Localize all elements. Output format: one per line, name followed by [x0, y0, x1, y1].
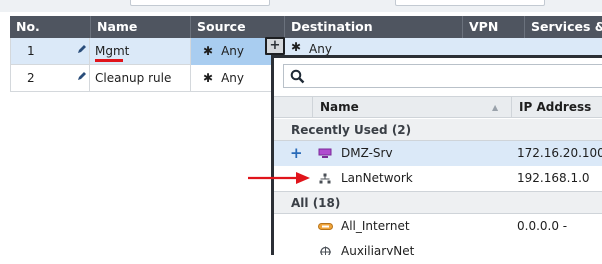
picker-header: Name ▲ IP Address — [274, 96, 602, 118]
list-item[interactable]: LanNetwork 192.168.1.0 — [274, 166, 602, 191]
column-header-destination[interactable]: Destination — [284, 16, 462, 38]
source-cell[interactable]: ✱ Any — [191, 38, 273, 65]
picker-column-name[interactable]: Name — [320, 97, 359, 117]
annotation-arrow-icon — [248, 172, 310, 184]
table-row[interactable]: 1 Mgmt ✱ Any — [10, 38, 273, 65]
any-icon: ✱ — [291, 40, 302, 54]
range-icon — [318, 223, 333, 230]
toolbar-field[interactable] — [395, 0, 545, 6]
column-header-no[interactable]: No. — [10, 16, 90, 38]
source-value: Any — [221, 71, 244, 85]
rule-name-cell[interactable]: Cleanup rule — [90, 65, 191, 92]
destination-cell[interactable]: ✱ Any — [285, 38, 602, 56]
server-icon — [318, 148, 332, 158]
picker-column-ip[interactable]: IP Address — [519, 97, 591, 117]
any-icon: ✱ — [203, 44, 214, 58]
add-object-button[interactable]: + — [265, 37, 285, 55]
object-name: All_Internet — [341, 219, 410, 233]
search-input[interactable] — [283, 64, 602, 88]
header-divider — [511, 97, 512, 117]
annotation-underline — [95, 59, 123, 62]
header-divider — [312, 97, 313, 117]
network-icon — [319, 173, 331, 184]
add-plus-icon[interactable]: + — [290, 141, 303, 166]
edit-pencil-icon[interactable] — [77, 71, 87, 81]
object-name: DMZ-Srv — [341, 146, 393, 160]
sort-arrow-icon[interactable]: ▲ — [492, 103, 498, 112]
row-divider — [274, 191, 602, 192]
object-name: AuxiliaryNet — [341, 244, 415, 255]
column-header-vpn[interactable]: VPN — [462, 16, 524, 38]
list-item[interactable]: AuxiliaryNet — [274, 239, 602, 255]
search-icon — [290, 69, 305, 84]
group-recently-used[interactable]: Recently Used (2) — [274, 119, 602, 141]
source-value: Any — [221, 44, 244, 58]
rule-name: Mgmt — [95, 44, 130, 58]
toolbar-field[interactable] — [130, 0, 270, 6]
edit-pencil-icon[interactable] — [77, 44, 87, 54]
rulebase-header: No. Name Source Destination VPN Services… — [10, 16, 602, 38]
destination-value: Any — [309, 42, 332, 56]
source-cell[interactable]: ✱ Any — [191, 65, 273, 92]
table-row[interactable]: 2 Cleanup rule ✱ Any — [10, 65, 272, 92]
list-item[interactable]: + DMZ-Srv 172.16.20.100 — [274, 141, 602, 166]
network-icon — [320, 246, 331, 255]
column-header-source[interactable]: Source — [190, 16, 284, 38]
column-header-services[interactable]: Services & Ap — [524, 16, 602, 38]
object-name: LanNetwork — [341, 171, 413, 185]
list-item[interactable]: All_Internet 0.0.0.0 - 255.255. — [274, 214, 602, 258]
column-header-name[interactable]: Name — [90, 16, 190, 38]
object-ip: 172.16.20.100 — [517, 146, 602, 160]
any-icon: ✱ — [203, 71, 214, 85]
rule-name: Cleanup rule — [95, 71, 172, 85]
group-all[interactable]: All (18) — [274, 192, 602, 214]
object-ip: 192.168.1.0 — [517, 171, 590, 185]
row-divider — [274, 140, 602, 141]
row-divider — [274, 213, 602, 214]
